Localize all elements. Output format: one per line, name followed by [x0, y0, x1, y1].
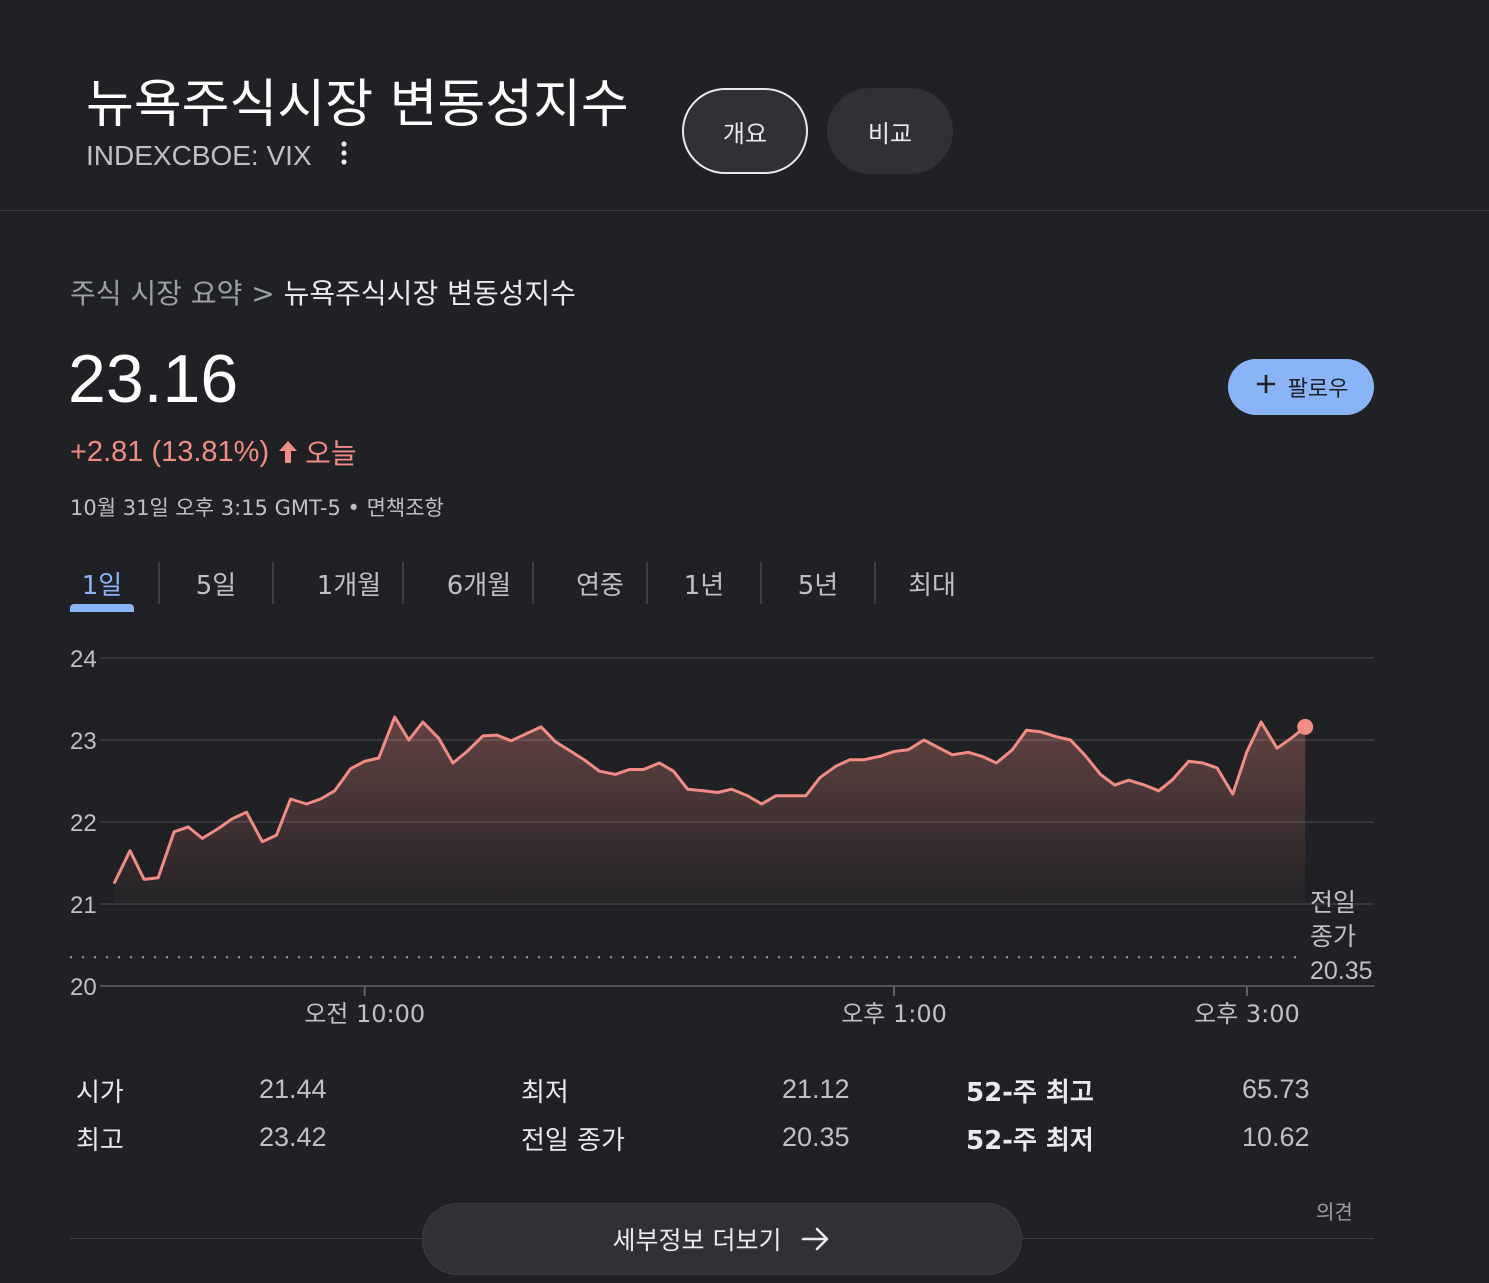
stat-value: 21.12 [782, 1074, 850, 1104]
x-tick-label: 오후 1:00 [841, 1000, 947, 1028]
arrow-up-icon [277, 439, 299, 465]
y-axis-labels: 24 23 22 21 20 [70, 646, 97, 1001]
price-change-period: 오늘 [305, 437, 357, 470]
stat-label: 52-주 최고 [966, 1078, 1094, 1108]
tab-divider [760, 562, 762, 604]
price-change-value: +2.81 (13.81%) [70, 435, 270, 468]
previous-close-value: 20.35 [1310, 957, 1373, 985]
breadcrumb-parent-link[interactable]: 주식 시장 요약 [70, 277, 242, 310]
feedback-link[interactable]: 의견 [1316, 1196, 1353, 1225]
follow-button[interactable]: 팔로우 [1228, 359, 1374, 415]
current-price: 23.16 [68, 341, 239, 417]
tab-5y[interactable]: 5년 [782, 560, 854, 606]
breadcrumb-current: 뉴욕주식시장 변동성지수 [283, 277, 576, 310]
quote-timestamp: 10월 31일 오후 3:15 GMT-5 • 면책조항 [70, 492, 444, 522]
x-tick-label: 오전 10:00 [304, 1000, 425, 1028]
tab-divider [646, 562, 648, 604]
stat-value: 21.44 [259, 1074, 327, 1104]
more-details-label: 세부정보 더보기 [612, 1226, 782, 1255]
compare-button[interactable]: 비교 [827, 88, 953, 174]
stat-value: 65.73 [1242, 1074, 1310, 1104]
y-tick-label: 21 [70, 892, 97, 919]
timestamp-text: 10월 31일 오후 3:15 GMT-5 [70, 496, 341, 520]
y-tick-label: 23 [70, 728, 97, 755]
tab-ytd[interactable]: 연중 [554, 560, 646, 606]
disclaimer-link[interactable]: 면책조항 [367, 496, 444, 520]
tab-divider [402, 562, 404, 604]
tab-divider [158, 562, 160, 604]
y-tick-label: 22 [70, 810, 97, 837]
tab-1m[interactable]: 1개월 [294, 560, 404, 606]
tab-divider [532, 562, 534, 604]
price-area [114, 717, 1306, 904]
ticker-symbol: INDEXCBOE: VIX [86, 140, 312, 171]
y-tick-label: 20 [70, 974, 97, 1001]
breadcrumb: 주식 시장 요약 > 뉴욕주식시장 변동성지수 [70, 272, 576, 312]
price-change: +2.81 (13.81%) 오늘 [70, 432, 357, 472]
stat-label: 시가 [76, 1078, 124, 1108]
overview-button[interactable]: 개요 [682, 88, 808, 174]
more-details-button[interactable]: 세부정보 더보기 [422, 1203, 1022, 1275]
stat-label: 52-주 최저 [966, 1126, 1094, 1156]
tab-divider [272, 562, 274, 604]
key-stats: 시가 21.44 최저 21.12 52-주 최고 65.73 최고 23.42… [76, 1072, 1376, 1172]
more-vert-icon[interactable] [330, 140, 358, 168]
stat-label: 전일 종가 [521, 1126, 625, 1156]
stat-value: 10.62 [1242, 1122, 1310, 1152]
x-axis-ticks: 오전 10:00 오후 1:00 오후 3:00 [304, 986, 1300, 1028]
tab-1y[interactable]: 1년 [668, 560, 740, 606]
breadcrumb-separator: > [242, 277, 284, 310]
previous-close-label-2: 종가 [1310, 922, 1356, 951]
y-tick-label: 24 [70, 646, 97, 673]
tab-1d[interactable]: 1일 [70, 560, 134, 606]
stat-label: 최저 [521, 1078, 569, 1108]
tab-max[interactable]: 최대 [896, 560, 968, 606]
stat-label: 최고 [76, 1126, 124, 1156]
arrow-right-icon [802, 1227, 829, 1251]
tab-divider [874, 562, 876, 604]
page-title: 뉴욕주식시장 변동성지수 [86, 75, 629, 135]
tab-5d[interactable]: 5일 [180, 560, 252, 606]
x-tick-label: 오후 3:00 [1194, 1000, 1300, 1028]
price-chart[interactable]: 2423222120 오전 10:00 오후 1:00 오후 3:00 전일 종가 … [0, 630, 1489, 1030]
tab-6m[interactable]: 6개월 [424, 560, 534, 606]
stat-value: 20.35 [782, 1122, 850, 1152]
page-header: 뉴욕주식시장 변동성지수 INDEXCBOE: VIX 개요 비교 [0, 0, 1489, 211]
meta-bullet: • [340, 496, 367, 520]
stat-value: 23.42 [259, 1122, 327, 1152]
previous-close-label-1: 전일 [1310, 888, 1356, 917]
follow-label: 팔로우 [1287, 377, 1349, 402]
last-price-point [1297, 718, 1314, 735]
active-tab-indicator [70, 604, 134, 612]
plus-icon [1254, 372, 1278, 402]
